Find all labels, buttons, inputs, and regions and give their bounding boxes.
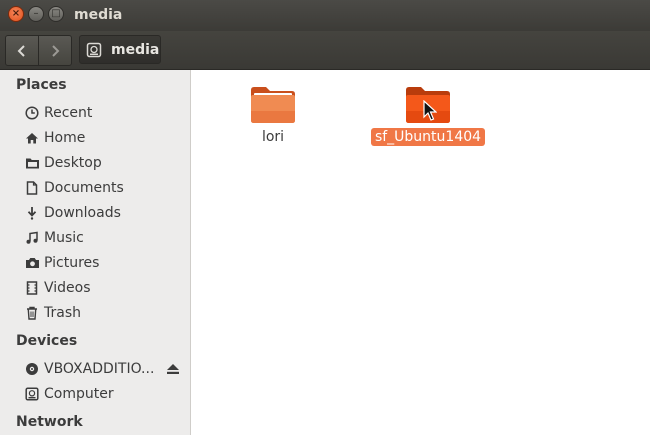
sidebar-item-label: Trash — [44, 305, 81, 321]
file-view[interactable]: lori sf_Ubuntu1404 — [191, 70, 650, 435]
document-icon — [24, 180, 40, 196]
minimize-window-button[interactable]: – — [28, 6, 44, 22]
sidebar-item-music[interactable]: Music — [24, 227, 186, 249]
sidebar-item-vboxadditions[interactable]: VBOXADDITIO... — [24, 358, 186, 380]
drive-icon — [86, 42, 102, 58]
eject-button[interactable] — [165, 361, 181, 377]
title-bar[interactable]: × – □ media — [0, 0, 650, 31]
sidebar: Places Recent Home Desktop Documents Dow… — [0, 70, 191, 435]
path-bar-button[interactable]: media — [79, 35, 161, 64]
clock-icon — [24, 105, 40, 121]
sidebar-item-recent[interactable]: Recent — [24, 102, 186, 124]
maximize-icon: □ — [51, 8, 61, 19]
sidebar-item-label: Videos — [44, 280, 91, 296]
chevron-left-icon — [17, 44, 25, 57]
sidebar-item-videos[interactable]: Videos — [24, 277, 186, 299]
download-icon — [24, 205, 40, 221]
sidebar-item-label: VBOXADDITIO... — [44, 361, 155, 377]
sidebar-item-downloads[interactable]: Downloads — [24, 202, 186, 224]
film-icon — [24, 280, 40, 296]
devices-header: Devices — [16, 333, 78, 349]
sidebar-item-label: Pictures — [44, 255, 100, 271]
sidebar-item-label: Recent — [44, 105, 93, 121]
sidebar-item-label: Music — [44, 230, 84, 246]
sidebar-item-label: Computer — [44, 386, 114, 402]
trash-icon — [24, 305, 40, 321]
close-icon: × — [11, 8, 21, 19]
computer-drive-icon — [24, 386, 40, 402]
sidebar-item-pictures[interactable]: Pictures — [24, 252, 186, 274]
chevron-right-icon — [52, 44, 60, 57]
sidebar-item-label: Home — [44, 130, 86, 146]
folder-item[interactable]: lori — [243, 84, 303, 146]
file-manager-window: × – □ media media Places Recent Home Des… — [0, 0, 650, 435]
desktop-folder-icon — [24, 155, 40, 171]
mouse-cursor-icon — [423, 100, 437, 121]
navigation-buttons — [5, 35, 72, 66]
folder-icon — [251, 87, 295, 123]
sidebar-item-label: Documents — [44, 180, 124, 196]
sidebar-item-computer[interactable]: Computer — [24, 383, 186, 405]
sidebar-item-desktop[interactable]: Desktop — [24, 152, 186, 174]
network-header: Network — [16, 414, 83, 430]
music-icon — [24, 230, 40, 246]
sidebar-item-documents[interactable]: Documents — [24, 177, 186, 199]
sidebar-item-label: Desktop — [44, 155, 102, 171]
window-title: media — [74, 7, 123, 23]
sidebar-item-home[interactable]: Home — [24, 127, 186, 149]
camera-icon — [24, 255, 40, 271]
file-name-label: sf_Ubuntu1404 — [370, 128, 486, 146]
sidebar-item-trash[interactable]: Trash — [24, 302, 186, 324]
home-icon — [24, 130, 40, 146]
file-name-label: lori — [261, 129, 285, 145]
optical-disc-icon — [24, 361, 40, 377]
back-button[interactable] — [6, 36, 38, 65]
maximize-window-button[interactable]: □ — [48, 6, 64, 22]
sidebar-item-label: Downloads — [44, 205, 121, 221]
toolbar: media — [0, 31, 650, 70]
forward-button[interactable] — [38, 36, 71, 65]
minimize-icon: – — [33, 8, 39, 19]
places-header: Places — [16, 77, 67, 93]
close-window-button[interactable]: × — [8, 6, 24, 22]
path-bar-label: media — [111, 41, 160, 58]
eject-icon — [167, 364, 179, 374]
